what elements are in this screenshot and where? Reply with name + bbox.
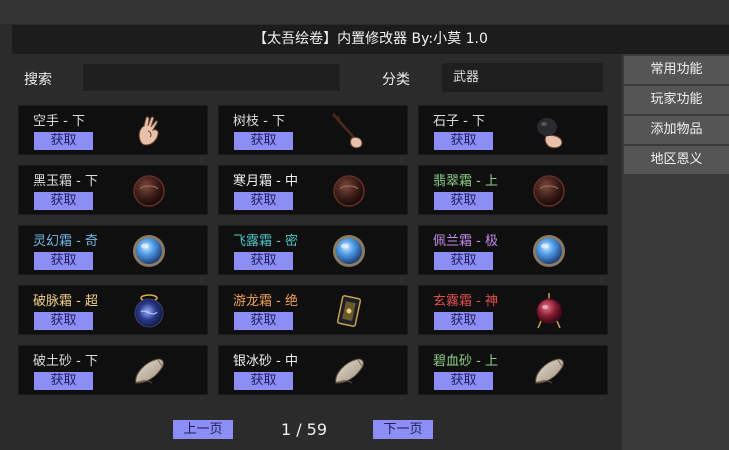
get-button[interactable]: 获取 [434, 132, 493, 150]
item-card: 破脉霜 - 超 获取 [18, 285, 208, 335]
sidebar-item-player[interactable]: 玩家功能 [624, 86, 729, 114]
item-name: 破土砂 - 下 [33, 354, 98, 369]
blue-orb-icon [133, 235, 165, 267]
branch-icon [332, 113, 363, 149]
sand-pouch-icon [135, 358, 164, 384]
window-title: 【太吾绘卷】内置修改器 By:小莫 1.0 [12, 25, 729, 54]
item-card: 石子 - 下 获取 [418, 105, 608, 155]
item-card: 游龙霜 - 绝 获取 [218, 285, 408, 335]
item-name: 破脉霜 - 超 [33, 294, 98, 309]
dark-orb-icon [533, 175, 565, 207]
item-name: 石子 - 下 [433, 114, 485, 129]
item-card: 破土砂 - 下 获取 [18, 345, 208, 395]
next-page-button[interactable]: 下一页 [373, 420, 433, 439]
get-button[interactable]: 获取 [34, 132, 93, 150]
get-button[interactable]: 获取 [434, 252, 493, 270]
category-label: 分类 [382, 72, 410, 88]
get-button[interactable]: 获取 [234, 252, 293, 270]
prev-page-button[interactable]: 上一页 [173, 420, 233, 439]
window-top-strip [0, 0, 729, 24]
get-button[interactable]: 获取 [234, 192, 293, 210]
sidebar-item-common[interactable]: 常用功能 [624, 56, 729, 84]
item-name: 碧血砂 - 上 [433, 354, 498, 369]
stone-icon [537, 118, 563, 149]
item-name: 树枝 - 下 [233, 114, 285, 129]
cursed-orb-icon [134, 294, 164, 328]
get-button[interactable]: 获取 [34, 192, 93, 210]
search-input[interactable] [82, 63, 341, 92]
item-name: 灵幻霜 - 奇 [33, 234, 98, 249]
search-label: 搜索 [24, 72, 52, 88]
item-name: 佩兰霜 - 极 [433, 234, 498, 249]
item-name: 飞露霜 - 密 [233, 234, 298, 249]
page-indicator: 1 / 59 [280, 420, 328, 439]
item-name: 寒月霜 - 中 [233, 174, 298, 189]
item-card: 树枝 - 下 获取 [218, 105, 408, 155]
dark-orb-icon [333, 175, 365, 207]
get-button[interactable]: 获取 [34, 312, 93, 330]
item-name: 翡翠霜 - 上 [433, 174, 498, 189]
talisman-icon [336, 295, 362, 327]
get-button[interactable]: 获取 [34, 372, 93, 390]
item-card: 翡翠霜 - 上 获取 [418, 165, 608, 215]
sidebar-item-region-favor[interactable]: 地区恩义 [624, 146, 729, 174]
blue-orb-icon [533, 235, 565, 267]
item-name: 游龙霜 - 绝 [233, 294, 298, 309]
blue-orb-icon [333, 235, 365, 267]
get-button[interactable]: 获取 [234, 132, 293, 150]
item-card: 黑玉霜 - 下 获取 [18, 165, 208, 215]
sand-pouch-icon [535, 358, 564, 384]
get-button[interactable]: 获取 [434, 372, 493, 390]
get-button[interactable]: 获取 [434, 192, 493, 210]
item-name: 黑玉霜 - 下 [33, 174, 98, 189]
get-button[interactable]: 获取 [234, 312, 293, 330]
category-dropdown[interactable]: 武器 [442, 63, 603, 92]
get-button[interactable]: 获取 [234, 372, 293, 390]
dark-orb-icon [133, 175, 165, 207]
get-button[interactable]: 获取 [434, 312, 493, 330]
item-card: 飞露霜 - 密 获取 [218, 225, 408, 275]
item-card: 玄霧霜 - 神 获取 [418, 285, 608, 335]
item-name: 银冰砂 - 中 [233, 354, 298, 369]
item-card: 空手 - 下 获取 [18, 105, 208, 155]
item-card: 灵幻霜 - 奇 获取 [18, 225, 208, 275]
item-card: 银冰砂 - 中 获取 [218, 345, 408, 395]
red-gem-icon [536, 293, 562, 329]
item-card: 碧血砂 - 上 获取 [418, 345, 608, 395]
item-name: 空手 - 下 [33, 114, 85, 129]
item-card: 寒月霜 - 中 获取 [218, 165, 408, 215]
hand-gesture-icon [138, 116, 159, 146]
item-name: 玄霧霜 - 神 [433, 294, 498, 309]
item-card: 佩兰霜 - 极 获取 [418, 225, 608, 275]
sand-pouch-icon [335, 358, 364, 384]
get-button[interactable]: 获取 [34, 252, 93, 270]
sidebar-item-add-items[interactable]: 添加物品 [624, 116, 729, 144]
